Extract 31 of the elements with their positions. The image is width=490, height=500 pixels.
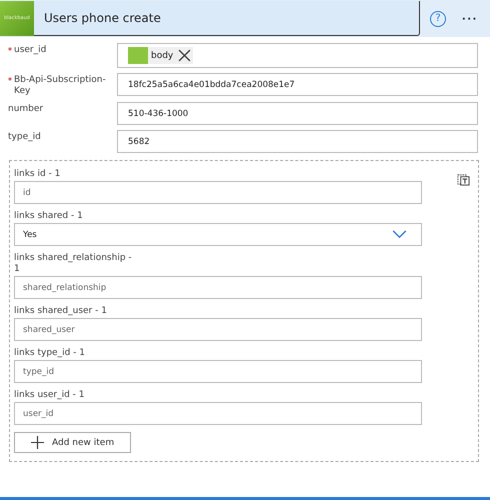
help-button[interactable]: ? — [430, 10, 446, 26]
field-label: links shared - 1 — [14, 211, 84, 222]
token-chip[interactable]: body — [128, 47, 194, 64]
field-label: user_id — [14, 44, 48, 56]
field-label: type_id — [8, 131, 42, 143]
field-label: links id - 1 — [14, 169, 62, 180]
input-field[interactable]: type_id — [14, 360, 422, 383]
required-icon — [8, 47, 12, 51]
close-icon[interactable] — [178, 49, 192, 62]
dropdown[interactable]: Yes — [14, 223, 422, 246]
input-field[interactable]: id — [14, 181, 422, 204]
input-field[interactable]: 5682 — [117, 130, 478, 153]
field-label: number — [8, 103, 44, 115]
add-item-button[interactable]: Add new item — [14, 432, 132, 453]
field-label: links type_id - 1 — [14, 348, 86, 359]
input-field[interactable]: 510-436-1000 — [117, 102, 478, 125]
delete-item-icon[interactable] — [457, 173, 470, 186]
input-field[interactable]: shared_user — [14, 318, 422, 341]
plus-icon — [31, 436, 44, 449]
field-label: links shared_user - 1 — [14, 306, 108, 317]
field-label: Bb-Api-Subscription-Key — [14, 74, 107, 97]
input-field[interactable]: user_id — [14, 402, 422, 425]
required-icon — [8, 77, 12, 81]
more-button[interactable]: ··· — [458, 11, 482, 26]
chevron-down-icon — [392, 230, 407, 239]
input-field[interactable]: body — [117, 43, 478, 68]
input-field[interactable]: 18fc25a5a6ca4e01bdda7cea2008e1e7 — [117, 73, 478, 96]
action-title: Users phone create — [44, 11, 161, 25]
field-label: links user_id - 1 — [14, 390, 86, 401]
input-field[interactable]: shared_relationship — [14, 276, 422, 299]
field-label: links shared_relationship - 1 — [14, 253, 133, 275]
